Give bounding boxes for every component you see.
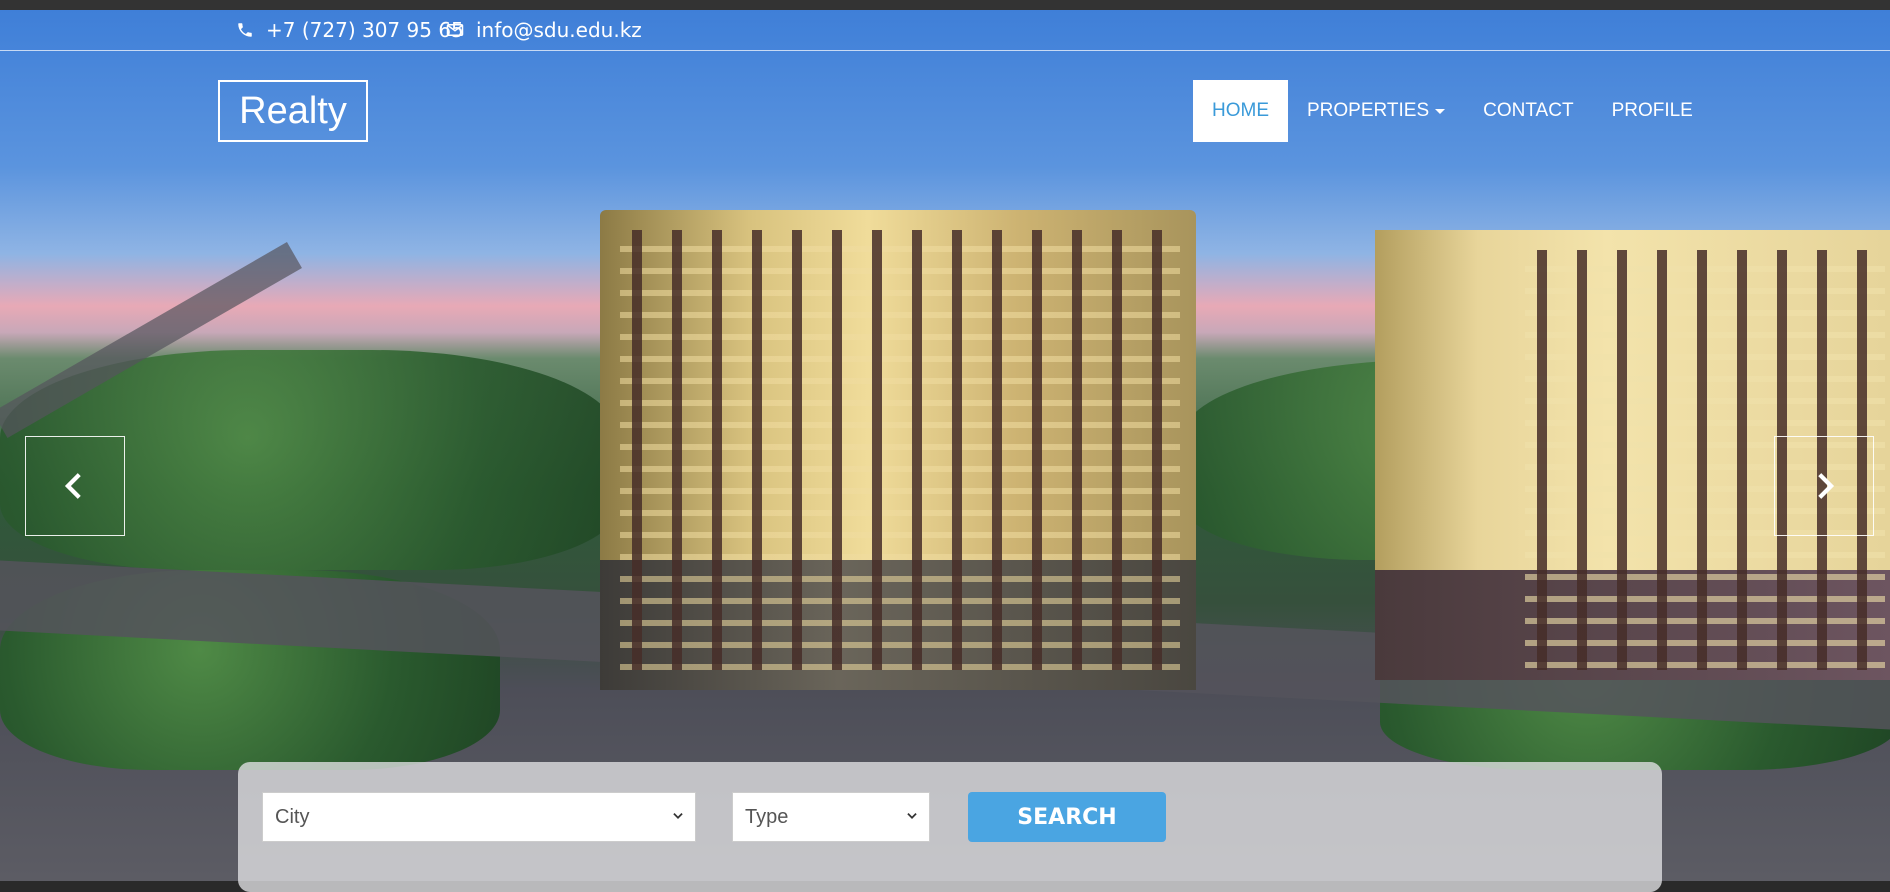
caret-down-icon [1435,108,1446,114]
type-select[interactable]: Type [732,792,930,842]
carousel-next-button[interactable] [1774,436,1874,536]
nav-contact[interactable]: CONTACT [1464,80,1592,142]
email-address: info@sdu.edu.kz [476,18,642,42]
brand-logo[interactable]: Realty [218,80,368,142]
building-central-tower [600,190,1196,690]
nav-home-label: HOME [1212,100,1269,121]
nav-home[interactable]: HOME [1193,80,1288,142]
chevron-down-icon [673,813,683,819]
chevron-left-icon [64,473,81,499]
phone-number: +7 (727) 307 95 65 [266,18,464,42]
type-select-value: Type [745,805,789,828]
contact-bar: +7 (727) 307 95 65 info@sdu.edu.kz [0,10,1890,51]
nav-profile[interactable]: PROFILE [1593,80,1712,142]
search-panel: City Type SEARCH [238,762,1662,892]
phone-contact[interactable]: +7 (727) 307 95 65 [236,18,464,42]
city-select[interactable]: City [262,792,696,842]
nav-properties[interactable]: PROPERTIES [1288,80,1464,142]
nav-profile-label: PROFILE [1611,100,1693,121]
main-nav: HOME PROPERTIES CONTACT PROFILE [1193,80,1712,142]
nav-contact-label: CONTACT [1483,100,1574,121]
carousel-prev-button[interactable] [25,436,125,536]
envelope-icon [446,24,464,36]
window-top-strip [0,0,1890,10]
search-button[interactable]: SEARCH [968,792,1166,842]
city-select-value: City [275,805,310,828]
email-contact[interactable]: info@sdu.edu.kz [446,18,642,42]
chevron-down-icon [907,813,917,819]
chevron-right-icon [1818,473,1835,499]
phone-icon [238,23,252,37]
nav-properties-label: PROPERTIES [1307,100,1430,121]
